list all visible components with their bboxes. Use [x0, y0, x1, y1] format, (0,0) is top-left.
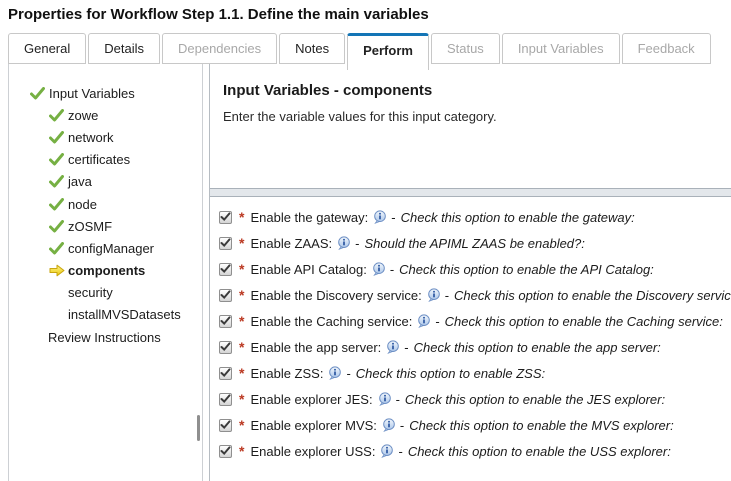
row-enable-zaas: * Enable ZAAS: - Should the APIML ZAAS b…: [219, 230, 731, 256]
step-navigation-sidebar: Input Variables zowe network certificate…: [8, 64, 203, 481]
current-step-arrow-icon: [49, 264, 65, 277]
tab-perform[interactable]: Perform: [347, 33, 429, 70]
required-marker: *: [239, 287, 245, 303]
tab-feedback: Feedback: [621, 33, 711, 64]
sidebar-item-installmvsdatasets[interactable]: installMVSDatasets: [9, 304, 202, 326]
sidebar-item-java[interactable]: java: [9, 171, 202, 193]
panel-subtitle: Enter the variable values for this input…: [223, 109, 497, 124]
input-variables-panel: Input Variables - components Enter the v…: [209, 64, 731, 481]
sidebar-item-components[interactable]: components: [9, 260, 202, 282]
required-marker: *: [239, 209, 245, 225]
info-icon[interactable]: [372, 262, 386, 276]
sidebar-item-zowe[interactable]: zowe: [9, 104, 202, 126]
sidebar-item-node[interactable]: node: [9, 193, 202, 215]
tab-input-variables: Input Variables: [501, 33, 620, 64]
tab-dependencies: Dependencies: [162, 33, 278, 64]
checkbox-enable-zss[interactable]: [219, 366, 232, 380]
row-enable-caching-service: * Enable the Caching service: - Check th…: [219, 308, 731, 334]
checkbox-enable-explorer-mvs[interactable]: [219, 418, 232, 432]
variable-rows: * Enable the gateway: - Check this optio…: [219, 204, 731, 464]
info-icon[interactable]: [328, 366, 342, 380]
check-icon: [49, 219, 65, 233]
panel-heading: Input Variables - components: [223, 82, 433, 99]
row-enable-explorer-mvs: * Enable explorer MVS: - Check this opti…: [219, 412, 731, 438]
checkbox-enable-explorer-uss[interactable]: [219, 444, 232, 458]
row-enable-discovery-service: * Enable the Discovery service: - Check …: [219, 282, 731, 308]
tab-notes[interactable]: Notes: [279, 33, 346, 64]
sidebar-item-configmanager[interactable]: configManager: [9, 237, 202, 259]
check-icon: [30, 86, 46, 100]
required-marker: *: [239, 235, 245, 251]
row-enable-app-server: * Enable the app server: - Check this op…: [219, 334, 731, 360]
check-icon: [49, 241, 65, 255]
info-icon[interactable]: [373, 210, 387, 224]
checkbox-enable-app-server[interactable]: [219, 340, 232, 354]
sidebar-item-review-instructions[interactable]: Review Instructions: [9, 326, 202, 348]
info-icon[interactable]: [417, 314, 431, 328]
check-icon: [49, 130, 65, 144]
tab-details[interactable]: Details: [88, 33, 160, 64]
required-marker: *: [239, 365, 245, 381]
checkbox-enable-zaas[interactable]: [219, 236, 232, 250]
row-enable-explorer-jes: * Enable explorer JES: - Check this opti…: [219, 386, 731, 412]
tab-status: Status: [430, 33, 500, 64]
row-enable-zss: * Enable ZSS: - Check this option to ena…: [219, 360, 731, 386]
required-marker: *: [239, 313, 245, 329]
category-tree: Input Variables zowe network certificate…: [9, 64, 202, 348]
check-icon: [49, 153, 65, 166]
checkbox-enable-the-gateway[interactable]: [219, 210, 232, 224]
required-marker: *: [239, 417, 245, 433]
row-enable-explorer-uss: * Enable explorer USS: - Check this opti…: [219, 438, 731, 464]
sidebar-scrollbar-thumb[interactable]: [197, 415, 200, 441]
required-marker: *: [239, 391, 245, 407]
row-enable-api-catalog: * Enable API Catalog: - Check this optio…: [219, 256, 731, 282]
workflow-properties-window: Properties for Workflow Step 1.1. Define…: [0, 0, 731, 481]
sidebar-item-network[interactable]: network: [9, 126, 202, 148]
tab-general[interactable]: General: [8, 33, 87, 64]
checkbox-enable-discovery-service[interactable]: [219, 288, 232, 302]
checkbox-enable-api-catalog[interactable]: [219, 262, 232, 276]
required-marker: *: [239, 261, 245, 277]
check-icon: [49, 108, 65, 122]
checkbox-enable-explorer-jes[interactable]: [219, 392, 232, 406]
sidebar-item-input-variables[interactable]: Input Variables: [9, 82, 202, 104]
row-enable-the-gateway: * Enable the gateway: - Check this optio…: [219, 204, 731, 230]
panel-splitter[interactable]: [210, 188, 731, 197]
info-icon[interactable]: [337, 236, 351, 250]
info-icon[interactable]: [378, 392, 392, 406]
page-title: Properties for Workflow Step 1.1. Define…: [8, 6, 429, 23]
check-icon: [49, 175, 65, 188]
check-icon: [49, 197, 65, 211]
info-icon[interactable]: [382, 418, 396, 432]
checkbox-enable-caching-service[interactable]: [219, 314, 232, 328]
info-icon[interactable]: [386, 340, 400, 354]
required-marker: *: [239, 339, 245, 355]
sidebar-item-certificates[interactable]: certificates: [9, 149, 202, 171]
info-icon[interactable]: [427, 288, 441, 302]
sidebar-item-zosmf[interactable]: zOSMF: [9, 215, 202, 237]
tab-bar: General Details Dependencies Notes Perfo…: [8, 33, 711, 70]
required-marker: *: [239, 443, 245, 459]
info-icon[interactable]: [380, 444, 394, 458]
sidebar-item-security[interactable]: security: [9, 282, 202, 304]
